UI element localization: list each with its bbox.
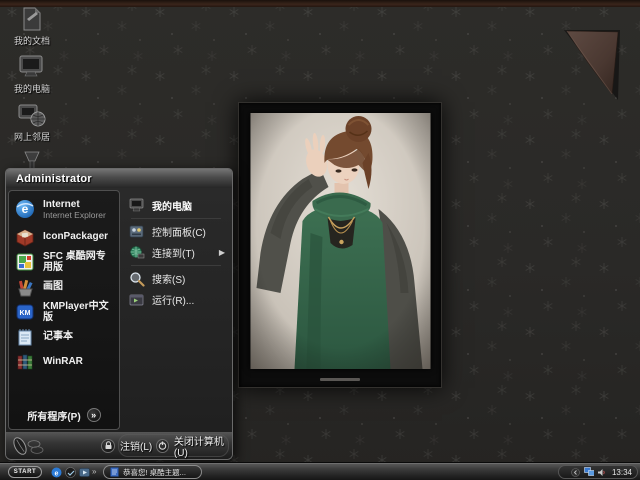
start-menu-pinned-list: e Internet Internet Explorer IconPackage… bbox=[8, 190, 120, 430]
control-panel-icon bbox=[128, 223, 145, 240]
menu-item-paint[interactable]: 画图 bbox=[9, 274, 119, 299]
all-programs-button[interactable]: 所有程序(P) » bbox=[9, 403, 119, 427]
desktop-icon-label: 我的电脑 bbox=[3, 84, 61, 94]
kmplayer-icon: KM bbox=[14, 301, 36, 323]
search-icon bbox=[128, 270, 145, 287]
network-tray-icon[interactable] bbox=[584, 467, 594, 477]
hidden-icons-button[interactable] bbox=[571, 467, 581, 477]
menu-item-title: 记事本 bbox=[43, 331, 73, 342]
my-computer-icon bbox=[128, 197, 145, 214]
iconpackager-icon bbox=[14, 226, 36, 248]
menu-item-winrar[interactable]: WinRAR bbox=[9, 349, 119, 374]
desktop: 我的文档 我的电脑 网上邻居 bbox=[0, 0, 640, 480]
taskbar-clock[interactable]: 13:34 bbox=[612, 468, 632, 477]
menu-item-label: 控制面板(C) bbox=[152, 224, 206, 239]
portrait-photo bbox=[250, 113, 431, 369]
system-tray: 13:34 bbox=[558, 465, 638, 479]
menu-item-label: 运行(R)... bbox=[152, 292, 194, 307]
taskbar: START e » 恭喜您! 桌酷主题... 13:34 bbox=[0, 462, 640, 480]
task-button-label: 恭喜您! 桌酷主题... bbox=[123, 467, 186, 478]
task-window-icon bbox=[110, 467, 119, 477]
menu-item-run[interactable]: 运行(R)... bbox=[125, 289, 227, 310]
desktop-icon-network-places[interactable]: 网上邻居 bbox=[3, 100, 61, 142]
menu-item-title: WinRAR bbox=[43, 356, 83, 367]
log-off-button[interactable]: 注销(L) bbox=[101, 432, 152, 459]
my-computer-icon bbox=[16, 52, 48, 82]
submenu-arrow-icon: ▶ bbox=[219, 248, 225, 257]
connect-to-icon bbox=[128, 244, 145, 261]
start-menu-body: e Internet Internet Explorer IconPackage… bbox=[6, 188, 232, 432]
desktop-icon-label: 我的文档 bbox=[3, 36, 61, 46]
paint-icon bbox=[14, 276, 36, 298]
turn-off-label: 关闭计算机(U) bbox=[174, 433, 232, 459]
menu-item-search[interactable]: 搜索(S) bbox=[125, 268, 227, 289]
menu-item-control-panel[interactable]: 控制面板(C) bbox=[125, 221, 227, 242]
menu-separator bbox=[131, 218, 221, 219]
menu-separator bbox=[131, 265, 221, 266]
frame-caption bbox=[320, 378, 360, 381]
quick-launch-media-player-icon[interactable] bbox=[78, 466, 90, 478]
start-button-label: START bbox=[14, 469, 37, 475]
menu-item-kmplayer[interactable]: KM KMPlayer中文版 bbox=[9, 299, 119, 324]
start-button[interactable]: START bbox=[8, 466, 42, 478]
run-icon bbox=[128, 291, 145, 308]
user-name: Administrator bbox=[16, 173, 92, 185]
desktop-icon-my-documents[interactable]: 我的文档 bbox=[3, 4, 61, 46]
start-menu-places-list: 我的电脑 控制面板(C) 连接到(T) ▶ bbox=[120, 190, 230, 430]
svg-text:KM: KM bbox=[20, 310, 31, 317]
log-off-label: 注销(L) bbox=[120, 438, 152, 453]
menu-item-label: 我的电脑 bbox=[152, 198, 192, 213]
desktop-icon-label: 网上邻居 bbox=[3, 132, 61, 142]
menu-item-my-computer[interactable]: 我的电脑 bbox=[125, 195, 227, 216]
menu-item-iconpackager[interactable]: IconPackager bbox=[9, 224, 119, 249]
volume-tray-icon[interactable] bbox=[597, 467, 607, 477]
internet-explorer-icon: e bbox=[14, 198, 36, 220]
quick-launch-show-desktop-icon[interactable] bbox=[64, 466, 76, 478]
my-documents-icon bbox=[16, 4, 48, 34]
notepad-icon bbox=[14, 326, 36, 348]
start-menu-header: Administrator bbox=[6, 169, 232, 188]
photo-frame bbox=[238, 102, 442, 388]
theme-logo-icon bbox=[12, 435, 46, 457]
start-menu: Administrator e Internet Internet Explor… bbox=[5, 168, 233, 460]
quick-launch-ie-icon[interactable]: e bbox=[50, 466, 62, 478]
turn-off-computer-button[interactable]: 关闭计算机(U) bbox=[156, 432, 232, 459]
menu-item-sfc[interactable]: SFC 桌酷网专用版 bbox=[9, 249, 119, 274]
log-off-lock-icon bbox=[101, 439, 115, 453]
menu-item-subtitle: Internet Explorer bbox=[43, 210, 106, 220]
quick-launch-overflow-chevron[interactable]: » bbox=[92, 467, 96, 477]
menu-item-internet[interactable]: e Internet Internet Explorer bbox=[9, 194, 119, 224]
wallpaper-page-curl bbox=[520, 0, 640, 110]
sfc-zhuoku-icon bbox=[14, 251, 36, 273]
menu-item-notepad[interactable]: 记事本 bbox=[9, 324, 119, 349]
svg-text:e: e bbox=[54, 470, 58, 477]
menu-item-title: KMPlayer中文版 bbox=[43, 301, 114, 323]
winrar-icon bbox=[14, 351, 36, 373]
desktop-icon-my-computer[interactable]: 我的电脑 bbox=[3, 52, 61, 94]
all-programs-label: 所有程序(P) bbox=[27, 408, 80, 423]
menu-item-title: Internet bbox=[43, 199, 106, 210]
menu-item-title: 画图 bbox=[43, 281, 63, 292]
menu-item-title: IconPackager bbox=[43, 231, 108, 242]
network-places-icon bbox=[16, 100, 48, 130]
power-icon bbox=[156, 439, 169, 453]
start-menu-footer: 注销(L) 关闭计算机(U) bbox=[6, 432, 232, 459]
menu-item-label: 连接到(T) bbox=[152, 245, 195, 260]
taskbar-task-button[interactable]: 恭喜您! 桌酷主题... bbox=[103, 465, 202, 479]
all-programs-arrow-icon: » bbox=[87, 408, 101, 422]
menu-item-title: SFC 桌酷网专用版 bbox=[43, 251, 114, 273]
menu-item-connect-to[interactable]: 连接到(T) ▶ bbox=[125, 242, 227, 263]
menu-item-label: 搜索(S) bbox=[152, 271, 185, 286]
